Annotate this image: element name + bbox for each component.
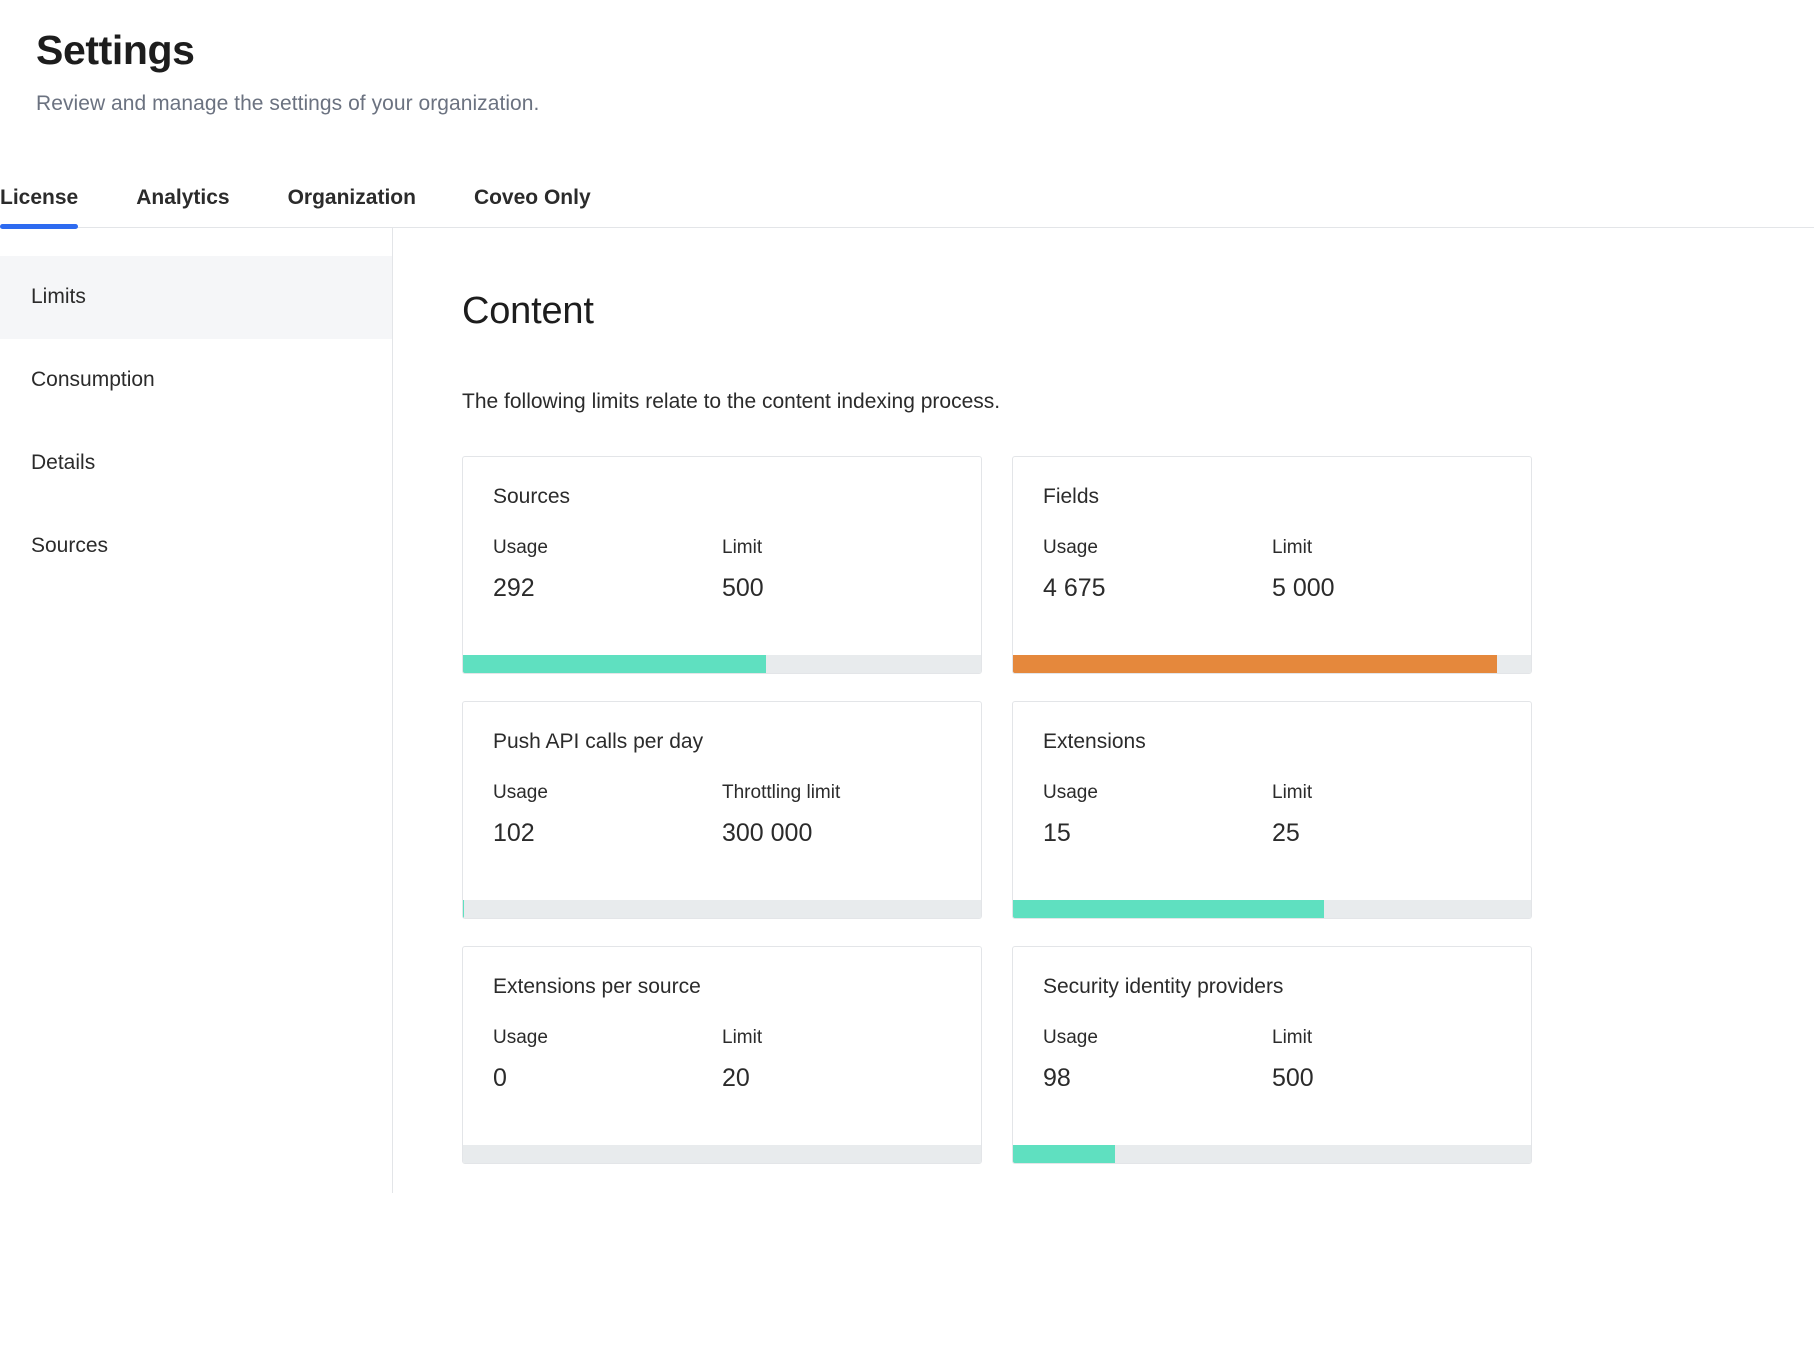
usage-stat: Usage 4 675: [1043, 537, 1272, 603]
limit-card-title: Fields: [1043, 484, 1100, 508]
limit-card: Extensions Usage 15 Limit 25: [1012, 700, 1532, 919]
main-content: Content The following limits relate to t…: [393, 228, 1814, 1193]
usage-progress-fill: [1013, 1144, 1115, 1163]
sidebar-item-details[interactable]: Details: [0, 422, 392, 505]
section-title: Content: [462, 289, 594, 332]
usage-progress-track: [463, 1144, 981, 1163]
limit-value: 500: [1272, 1063, 1314, 1092]
usage-label: Usage: [493, 536, 548, 558]
limit-card-title: Extensions: [1043, 729, 1146, 753]
usage-value: 15: [1043, 818, 1071, 847]
sidebar-item-limits[interactable]: Limits: [0, 255, 392, 339]
settings-page: Settings Review and manage the settings …: [0, 0, 1814, 1370]
limit-card-stats: Usage 292 Limit 500: [493, 537, 951, 603]
usage-label: Usage: [1043, 781, 1098, 803]
limit-card: Fields Usage 4 675 Limit 5 000: [1012, 455, 1532, 674]
usage-progress-track: [463, 899, 981, 918]
limit-card-title: Sources: [493, 484, 571, 508]
limit-card-stats: Usage 15 Limit 25: [1043, 782, 1501, 848]
usage-label: Usage: [1043, 536, 1098, 558]
usage-value: 4 675: [1043, 573, 1106, 602]
usage-stat: Usage 0: [493, 1027, 722, 1093]
usage-stat: Usage 98: [1043, 1027, 1272, 1093]
limits-card-grid: Sources Usage 292 Limit 500 Fields Usage 4 675 L…: [462, 455, 1532, 1164]
limit-label: Limit: [1272, 536, 1313, 558]
limit-card-stats: Usage 4 675 Limit 5 000: [1043, 537, 1501, 603]
limit-card-title: Push API calls per day: [493, 729, 704, 753]
sidebar-item-consumption[interactable]: Consumption: [0, 339, 392, 422]
usage-value: 0: [493, 1063, 507, 1092]
usage-value: 292: [493, 573, 535, 602]
tab-bar: License Analytics Organization Coveo Only: [0, 164, 1814, 229]
limit-value: 300 000: [722, 818, 813, 847]
sidebar-item-label: Details: [31, 451, 96, 475]
limit-label: Limit: [722, 536, 763, 558]
page-header: Settings Review and manage the settings …: [0, 0, 1814, 116]
limit-stat: Limit 25: [1272, 782, 1501, 848]
sidebar-item-label: Limits: [31, 285, 86, 309]
usage-label: Usage: [1043, 1026, 1098, 1048]
limit-card: Extensions per source Usage 0 Limit 20: [462, 945, 982, 1164]
page-body: Limits Consumption Details Sources Content …: [0, 227, 1814, 1193]
usage-progress-track: [1013, 654, 1531, 673]
limit-value: 20: [722, 1063, 750, 1092]
limit-card-body: Push API calls per day Usage 102 Throttling…: [463, 702, 981, 900]
usage-stat: Usage 15: [1043, 782, 1272, 848]
settings-sidebar: Limits Consumption Details Sources: [0, 227, 393, 1193]
limit-card-title: Extensions per source: [493, 974, 701, 998]
limit-label: Limit: [1272, 781, 1313, 803]
limit-card-body: Sources Usage 292 Limit 500: [463, 457, 981, 655]
tab-organization[interactable]: Organization: [288, 186, 416, 227]
sidebar-item-label: Sources: [31, 534, 109, 558]
usage-progress-track: [463, 654, 981, 673]
tab-analytics[interactable]: Analytics: [136, 186, 229, 227]
sidebar-item-sources[interactable]: Sources: [0, 505, 392, 588]
usage-value: 102: [493, 818, 535, 847]
limit-card-body: Extensions per source Usage 0 Limit 20: [463, 947, 981, 1145]
usage-label: Usage: [493, 1026, 548, 1048]
usage-stat: Usage 292: [493, 537, 722, 603]
page-subtitle: Review and manage the settings of your o…: [36, 91, 540, 115]
limit-stat: Limit 5 000: [1272, 537, 1501, 603]
usage-value: 98: [1043, 1063, 1071, 1092]
usage-progress-fill: [1013, 654, 1498, 673]
limit-card-title: Security identity providers: [1043, 974, 1284, 998]
limit-label: Throttling limit: [722, 781, 841, 803]
limit-stat: Limit 20: [722, 1027, 951, 1093]
usage-progress-track: [1013, 899, 1531, 918]
usage-progress-fill: [463, 654, 766, 673]
limit-card: Sources Usage 292 Limit 500: [462, 455, 982, 674]
tab-coveo-only[interactable]: Coveo Only: [474, 186, 591, 227]
limit-card-body: Fields Usage 4 675 Limit 5 000: [1013, 457, 1531, 655]
limit-stat: Limit 500: [1272, 1027, 1501, 1093]
tab-license[interactable]: License: [0, 186, 79, 229]
sidebar-item-label: Consumption: [31, 368, 155, 392]
limit-card: Security identity providers Usage 98 Limit 5…: [1012, 945, 1532, 1164]
page-title: Settings: [36, 27, 195, 73]
limit-card: Push API calls per day Usage 102 Throttling…: [462, 700, 982, 919]
limit-card-stats: Usage 98 Limit 500: [1043, 1027, 1501, 1093]
section-description: The following limits relate to the conte…: [462, 389, 1001, 413]
limit-label: Limit: [722, 1026, 763, 1048]
limit-card-stats: Usage 102 Throttling limit 300 000: [493, 782, 951, 848]
limit-card-body: Security identity providers Usage 98 Limit 5…: [1013, 947, 1531, 1145]
usage-progress-fill: [1013, 899, 1324, 918]
usage-stat: Usage 102: [493, 782, 722, 848]
limit-label: Limit: [1272, 1026, 1313, 1048]
limit-stat: Limit 500: [722, 537, 951, 603]
limit-card-stats: Usage 0 Limit 20: [493, 1027, 951, 1093]
limit-value: 5 000: [1272, 573, 1335, 602]
usage-progress-track: [1013, 1144, 1531, 1163]
limit-value: 25: [1272, 818, 1300, 847]
limit-value: 500: [722, 573, 764, 602]
limit-stat: Throttling limit 300 000: [722, 782, 951, 848]
limit-card-body: Extensions Usage 15 Limit 25: [1013, 702, 1531, 900]
usage-label: Usage: [493, 781, 548, 803]
